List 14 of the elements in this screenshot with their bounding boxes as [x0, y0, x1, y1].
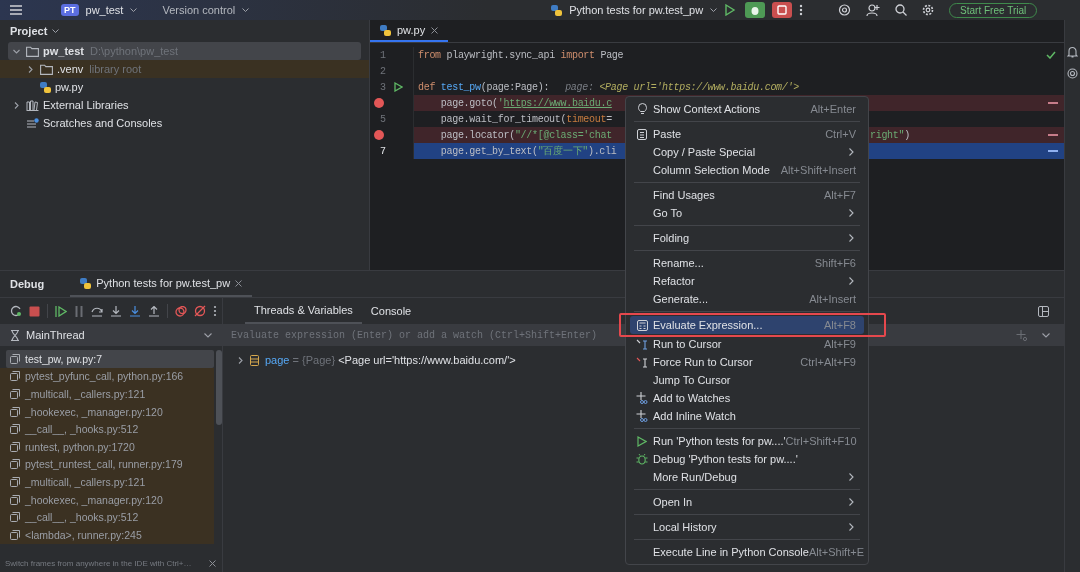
code-text: from playwright.sync_api import Page — [418, 49, 624, 61]
code-text: page.locator("//*[@class='chat — [439, 129, 612, 141]
code-text: page.wait_for_timeout(timeout= — [439, 113, 612, 125]
project-badge: PT — [61, 4, 79, 16]
line-number: 1 — [379, 49, 386, 61]
panel-title: Debug — [10, 278, 45, 290]
line-number: 3 — [379, 81, 386, 93]
code-text: right") — [870, 129, 910, 141]
code-text: def test_pw(page:Page): page: <Page url='https://www.baidu.com/'> — [418, 81, 799, 93]
hint-text: Switch frames from anywhere in the IDE with Ctrl+… — [5, 558, 192, 568]
line-number: 2 — [379, 65, 386, 77]
line-number: 5 — [379, 113, 386, 125]
code-text: page.goto('https://www.baidu.c — [439, 97, 612, 109]
line-number: 7 — [379, 145, 386, 157]
